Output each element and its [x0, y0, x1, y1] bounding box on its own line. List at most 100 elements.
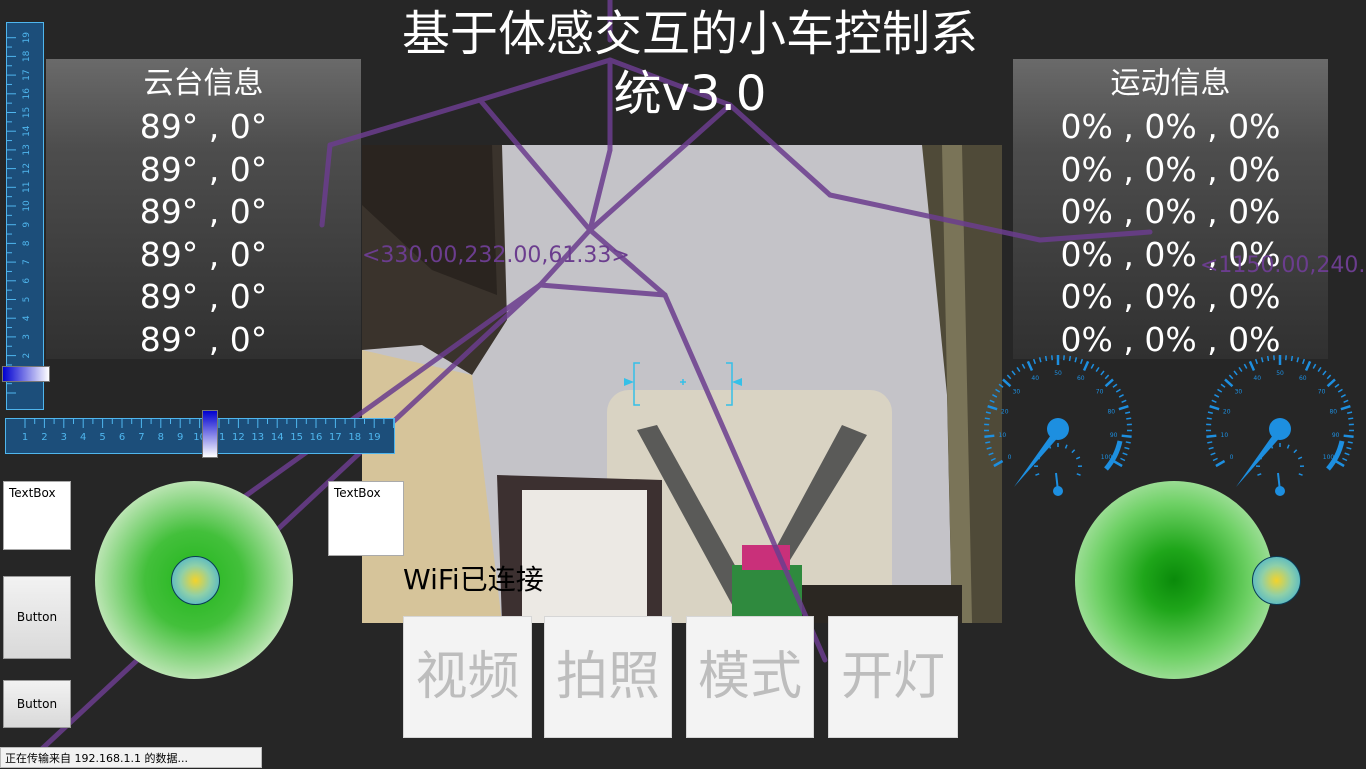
horizontal-ruler-label: 17	[329, 432, 342, 443]
gauge-tick	[1007, 375, 1010, 379]
gauge-label: 70	[1318, 389, 1326, 396]
gauge-tick	[1208, 412, 1213, 413]
gauge-tick	[1292, 356, 1293, 361]
gauge-tick	[1323, 371, 1326, 375]
gauge-tick	[1207, 418, 1212, 419]
vertical-ruler-label: 14	[22, 125, 32, 137]
gauge-label: 10	[1220, 432, 1228, 439]
gauge-sub-tick	[1035, 474, 1039, 475]
vertical-ruler-scale: 12345678910111213141516171819	[7, 23, 43, 409]
vertical-ruler-label: 11	[22, 182, 32, 193]
gauge-tick	[1348, 418, 1353, 419]
left-joystick-knob[interactable]	[171, 556, 220, 605]
gauge-tick	[989, 453, 994, 455]
gauge-label: 30	[1235, 389, 1243, 396]
horizontal-ruler-label: 4	[80, 432, 86, 443]
gauge-tick	[1318, 367, 1321, 371]
horizontal-ruler[interactable]: 12345678910111213141516171819	[5, 418, 395, 454]
gauge-tick	[996, 389, 1000, 392]
horizontal-ruler-label: 3	[61, 432, 67, 443]
gauge-tick	[1124, 448, 1129, 449]
vertical-ruler-label: 8	[22, 240, 32, 246]
gauge-label: 50	[1054, 370, 1062, 377]
vertical-ruler-label: 13	[22, 144, 32, 155]
gauge-tick	[1126, 442, 1131, 443]
vertical-ruler-label: 9	[22, 222, 32, 228]
horizontal-ruler-label: 8	[158, 432, 164, 443]
gauge-tick	[1017, 367, 1020, 371]
horizontal-ruler-thumb[interactable]	[202, 410, 218, 458]
video-button[interactable]: 视频	[403, 616, 532, 738]
textbox-right[interactable]: TextBox	[328, 481, 404, 556]
side-button-top[interactable]: Button	[3, 576, 71, 659]
gauge-tick	[1327, 375, 1330, 379]
gauge-tick	[1119, 395, 1123, 397]
gauge-tick	[988, 406, 998, 409]
gauge-tick	[1101, 371, 1104, 375]
horizontal-ruler-label: 6	[119, 432, 125, 443]
gauge-tick	[1022, 364, 1024, 368]
gauge-tick	[1341, 406, 1351, 409]
gauge-label: 10	[998, 432, 1006, 439]
gauge-label: 80	[1107, 409, 1115, 416]
vertical-ruler-label: 4	[22, 315, 32, 321]
gauge-tick	[1122, 400, 1127, 402]
gauge-tick	[1116, 389, 1120, 392]
gauge-tick	[1084, 361, 1088, 370]
gauge-tick	[1125, 412, 1130, 413]
textbox-right-text: TextBox	[334, 486, 381, 500]
gauge-label: 30	[1013, 389, 1021, 396]
gauge-label: 20	[1223, 409, 1231, 416]
vertical-ruler-thumb[interactable]	[2, 366, 50, 382]
light-button[interactable]: 开灯	[828, 616, 958, 738]
horizontal-ruler-label: 18	[348, 432, 361, 443]
gauge-hub	[1269, 418, 1291, 440]
coordinate-readout-left: <330.00,232.00,61.33>	[362, 243, 630, 268]
gauge-tick	[985, 442, 990, 443]
gauge-label: 20	[1001, 409, 1009, 416]
gauge-label: 50	[1276, 370, 1284, 377]
gauge-tick	[1306, 361, 1310, 370]
vertical-ruler[interactable]: 12345678910111213141516171819	[6, 22, 44, 410]
gauge-tick	[1328, 379, 1335, 386]
textbox-left[interactable]: TextBox	[3, 481, 71, 550]
gauge-tick	[984, 436, 994, 437]
gauge-tick	[1346, 448, 1351, 449]
gauge-sub-tick	[1076, 457, 1080, 459]
gauge-tick	[1268, 356, 1269, 361]
mode-button[interactable]: 模式	[686, 616, 814, 738]
gauge-tick	[986, 412, 991, 413]
gauge-right: 0102030405060708090100	[1196, 345, 1364, 505]
side-button-bottom[interactable]: Button	[3, 680, 71, 728]
vertical-ruler-label: 18	[22, 50, 32, 62]
gauge-tick	[1012, 371, 1015, 375]
gauge-tick	[1211, 453, 1216, 455]
right-joystick[interactable]	[1075, 481, 1273, 679]
right-joystick-knob[interactable]	[1252, 556, 1301, 605]
gauge-tick	[1123, 453, 1128, 455]
horizontal-ruler-label: 15	[290, 432, 303, 443]
gauge-sub-tick	[1077, 474, 1081, 475]
gauge-sub-tick	[1294, 450, 1297, 453]
gauge-tick	[1244, 364, 1246, 368]
horizontal-ruler-label: 1	[22, 432, 28, 443]
horizontal-ruler-label: 19	[368, 432, 381, 443]
photo-button[interactable]: 拍照	[544, 616, 672, 738]
gauge-tick	[1212, 400, 1217, 402]
gauge-label: 90	[1332, 432, 1340, 439]
gauge-tick	[1120, 458, 1125, 460]
gauge-tick	[1221, 384, 1225, 387]
horizontal-ruler-scale: 12345678910111213141516171819	[6, 419, 394, 453]
horizontal-ruler-label: 5	[99, 432, 105, 443]
gauge-sub-tick	[1299, 474, 1303, 475]
gauge-tick	[1338, 389, 1342, 392]
gauge-tick	[1218, 389, 1222, 392]
gauge-tick	[1345, 453, 1350, 455]
wifi-status: WiFi已连接	[403, 558, 544, 598]
gauge-tick	[1003, 379, 1010, 386]
gauge-tick	[1209, 448, 1214, 449]
gauge-tick	[1122, 436, 1132, 437]
gauge-tick	[1034, 359, 1036, 364]
gauge-tick	[1126, 418, 1131, 419]
gauge-tick	[1341, 395, 1345, 397]
